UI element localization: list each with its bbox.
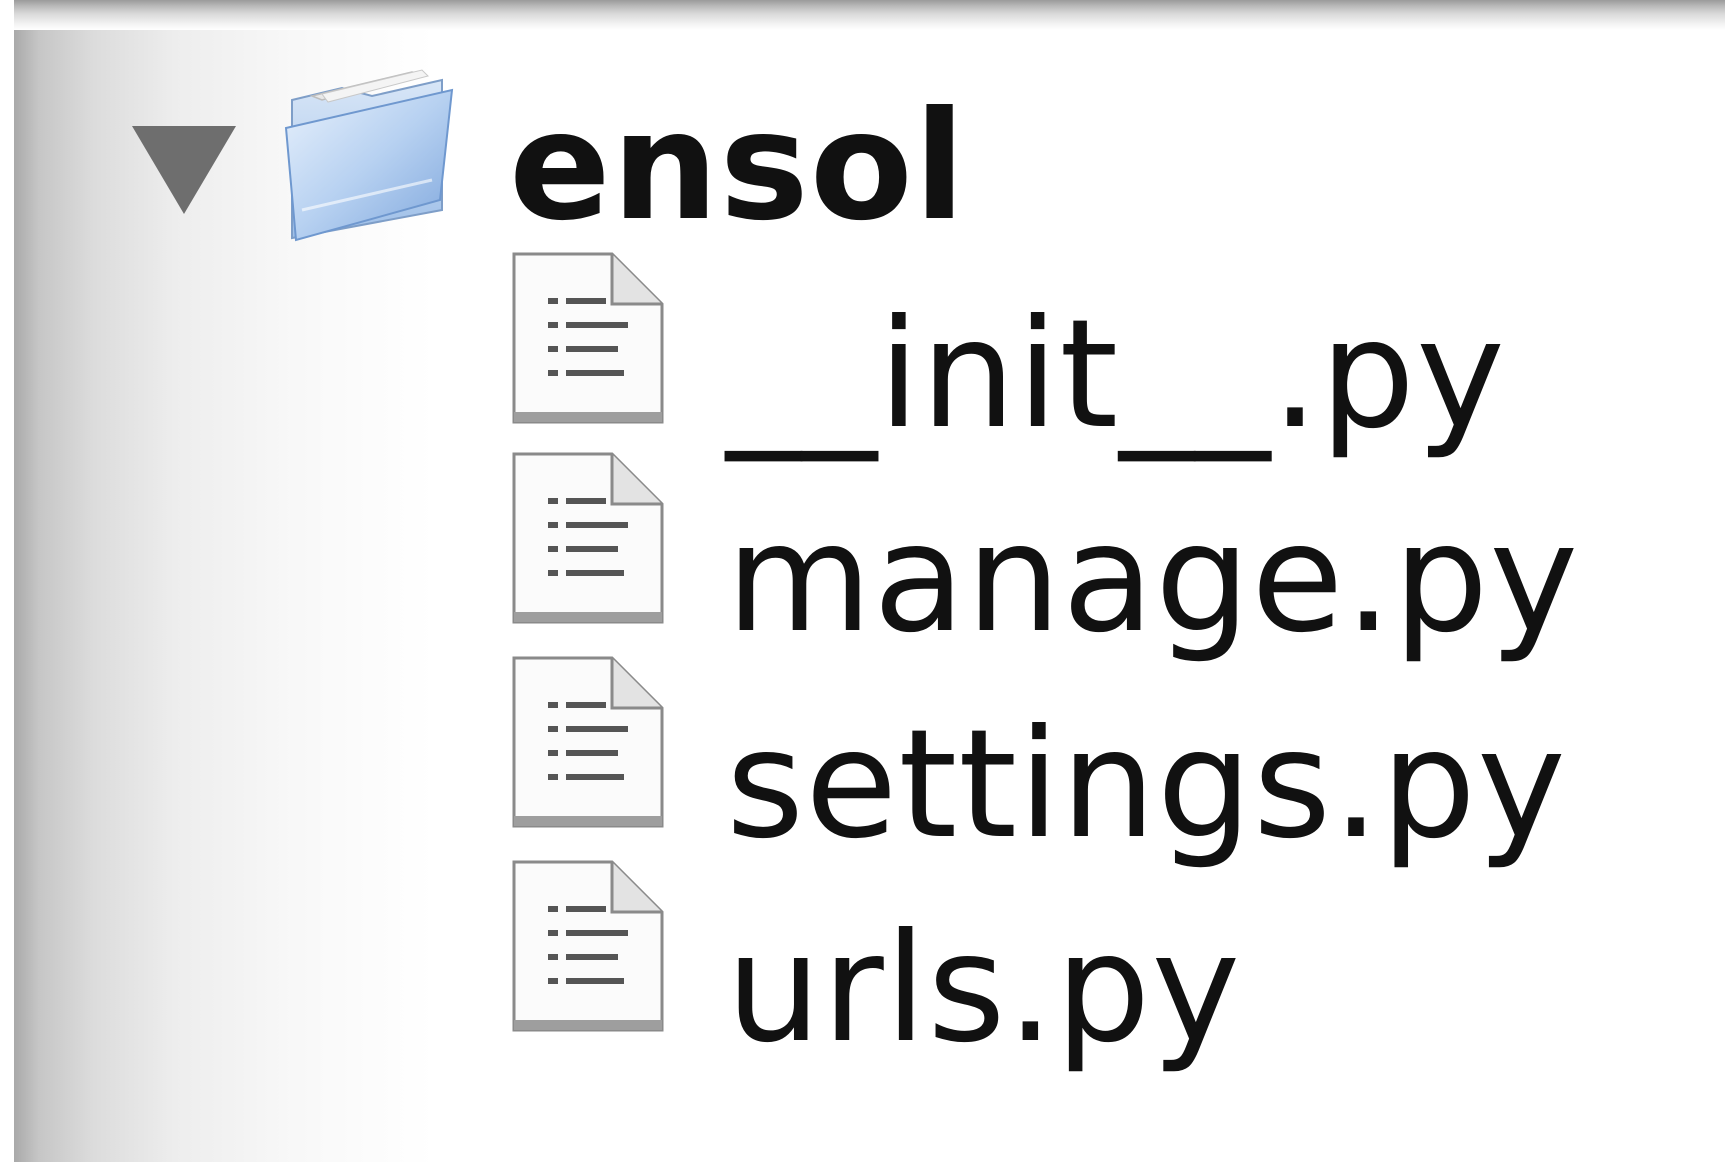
- disclosure-triangle-expanded-icon[interactable]: [132, 126, 236, 214]
- text-file-icon: [512, 452, 664, 624]
- file-label: manage.py: [726, 492, 1580, 666]
- file-label: __init__.py: [726, 288, 1506, 462]
- folder-icon: [284, 69, 454, 242]
- text-file-icon: [512, 656, 664, 828]
- file-label: urls.py: [726, 902, 1242, 1076]
- text-file-icon: [512, 252, 664, 424]
- folder-label: ensol: [509, 80, 967, 254]
- file-tree-panel[interactable]: ensol __init__.py manage.py settings.py …: [14, 30, 1725, 1162]
- text-file-icon: [512, 860, 664, 1032]
- column-header-strip: [14, 0, 1725, 30]
- file-label: settings.py: [726, 698, 1567, 872]
- window-left-edge: [0, 0, 14, 1162]
- file-browser-window: ensol __init__.py manage.py settings.py …: [0, 0, 1725, 1162]
